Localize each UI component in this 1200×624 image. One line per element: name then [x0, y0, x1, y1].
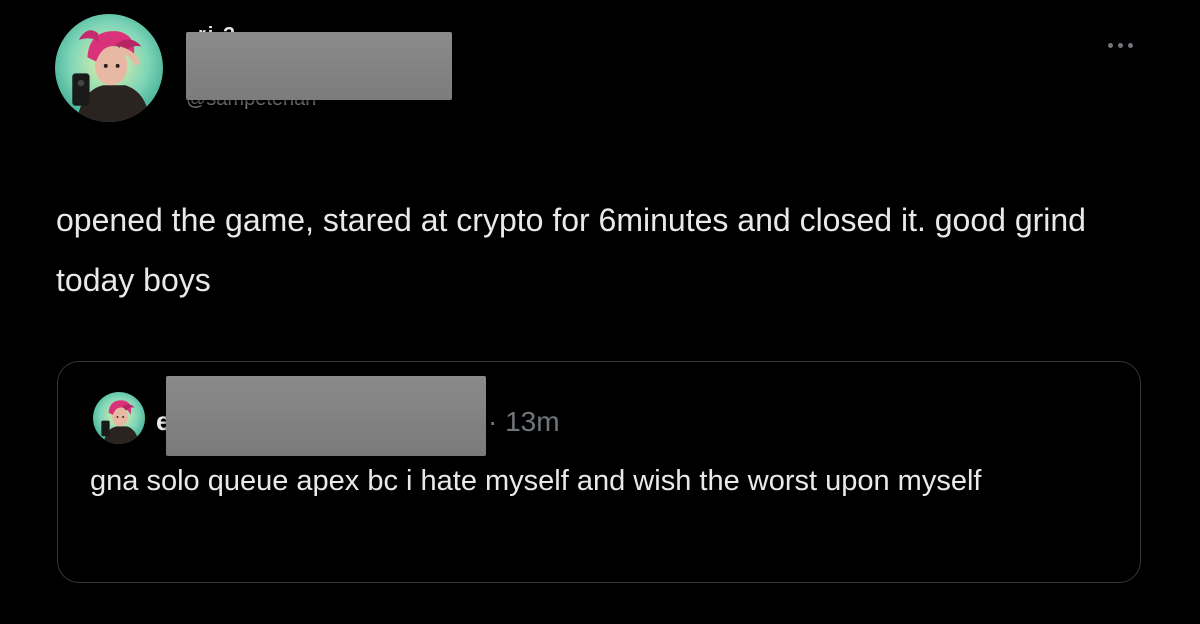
more-horizontal-icon	[1107, 42, 1113, 48]
quoted-timestamp[interactable]: · 13m	[488, 406, 560, 438]
quoted-tweet-text: gna solo queue apex bc i hate myself and…	[90, 465, 982, 497]
redaction-box	[186, 32, 452, 100]
author-avatar[interactable]	[55, 14, 163, 122]
tweet: ri ? @sampetehan opened the game, stared…	[0, 0, 1200, 624]
quoted-author-avatar[interactable]	[93, 392, 145, 444]
redaction-box	[166, 376, 486, 456]
more-options-button[interactable]	[1090, 30, 1150, 60]
tweet-text: opened the game, stared at crypto for 6m…	[56, 202, 1086, 298]
more-horizontal-icon	[1127, 42, 1133, 48]
avatar-image	[93, 392, 145, 444]
more-horizontal-icon	[1117, 42, 1123, 48]
avatar-image	[55, 14, 163, 122]
quoted-tweet[interactable]: e · 13m gna solo queue apex bc i hate my…	[57, 361, 1141, 583]
